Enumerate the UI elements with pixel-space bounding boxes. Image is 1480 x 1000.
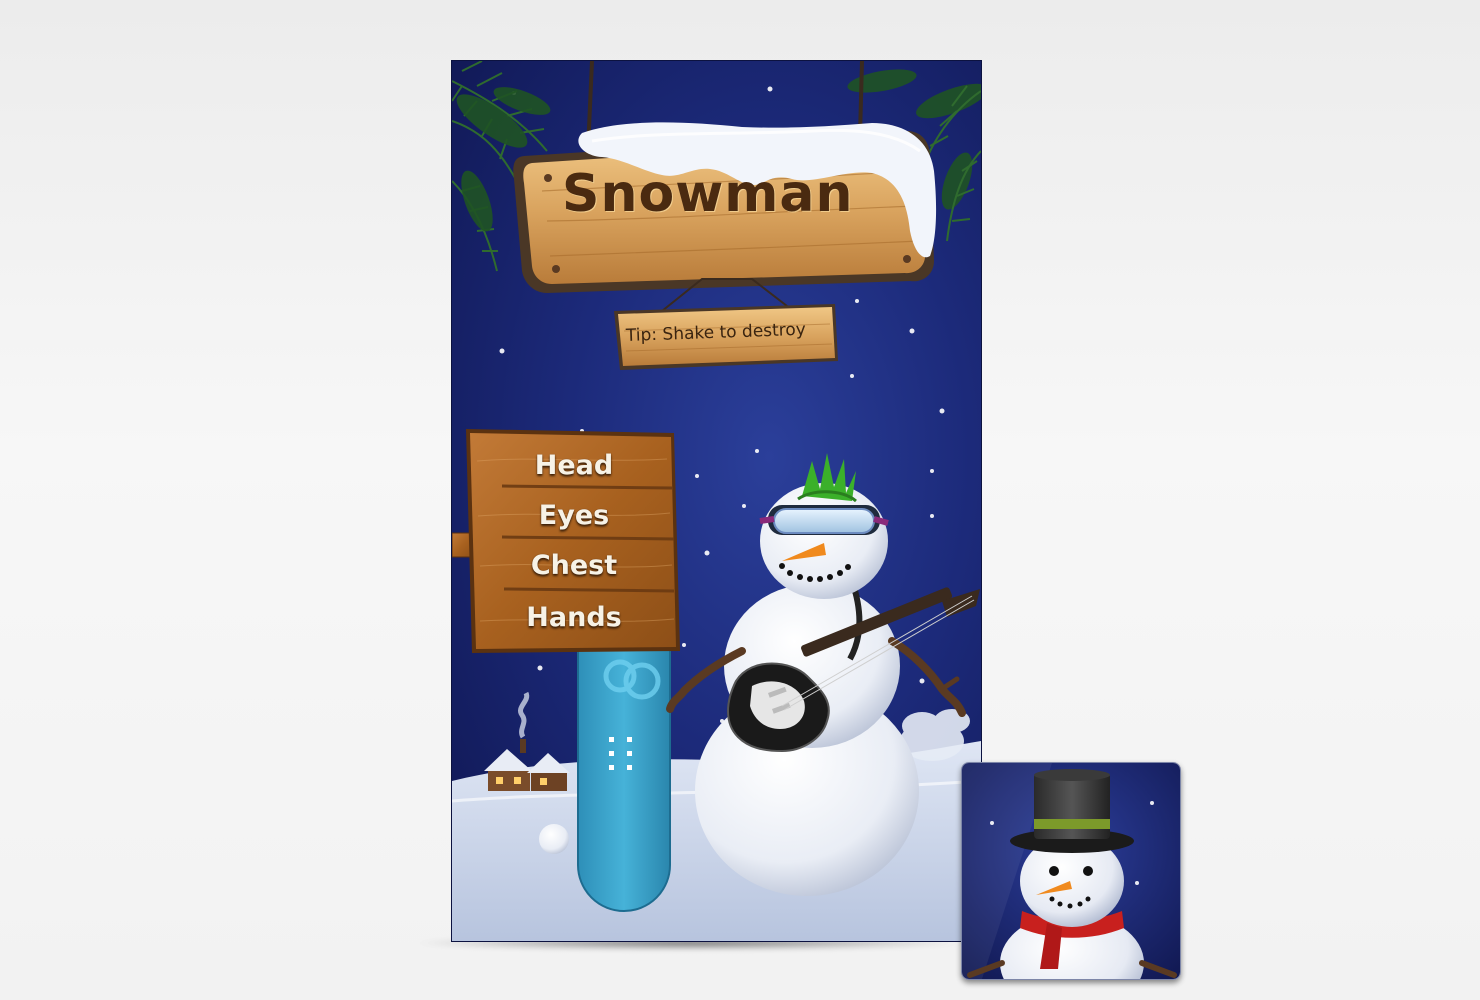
small-snowball bbox=[539, 824, 569, 854]
cottages bbox=[484, 691, 570, 791]
menu-item-hands[interactable]: Hands bbox=[472, 602, 676, 633]
app-title: Snowman bbox=[562, 164, 854, 224]
menu-item-head[interactable]: Head bbox=[472, 450, 676, 481]
snowman-top-hat-icon bbox=[961, 762, 1181, 980]
menu-item-chest[interactable]: Chest bbox=[472, 550, 676, 581]
menu-item-eyes[interactable]: Eyes bbox=[472, 500, 676, 531]
